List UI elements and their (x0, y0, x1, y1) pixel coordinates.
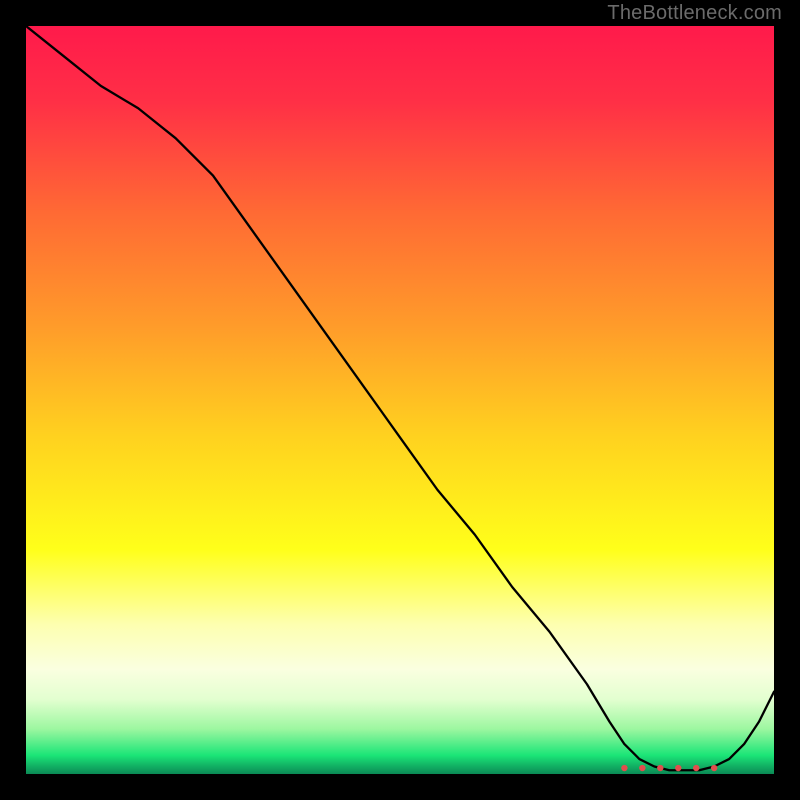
watermark-label: TheBottleneck.com (607, 2, 782, 25)
optimum-marker (675, 765, 681, 771)
heat-gradient (26, 26, 774, 774)
optimum-marker (621, 765, 627, 771)
chart-svg (26, 26, 774, 774)
chart-frame: TheBottleneck.com (0, 0, 800, 800)
optimum-marker (657, 765, 663, 771)
plot-area (26, 26, 774, 774)
optimum-marker (693, 765, 699, 771)
optimum-marker (711, 765, 717, 771)
optimum-marker (639, 765, 645, 771)
